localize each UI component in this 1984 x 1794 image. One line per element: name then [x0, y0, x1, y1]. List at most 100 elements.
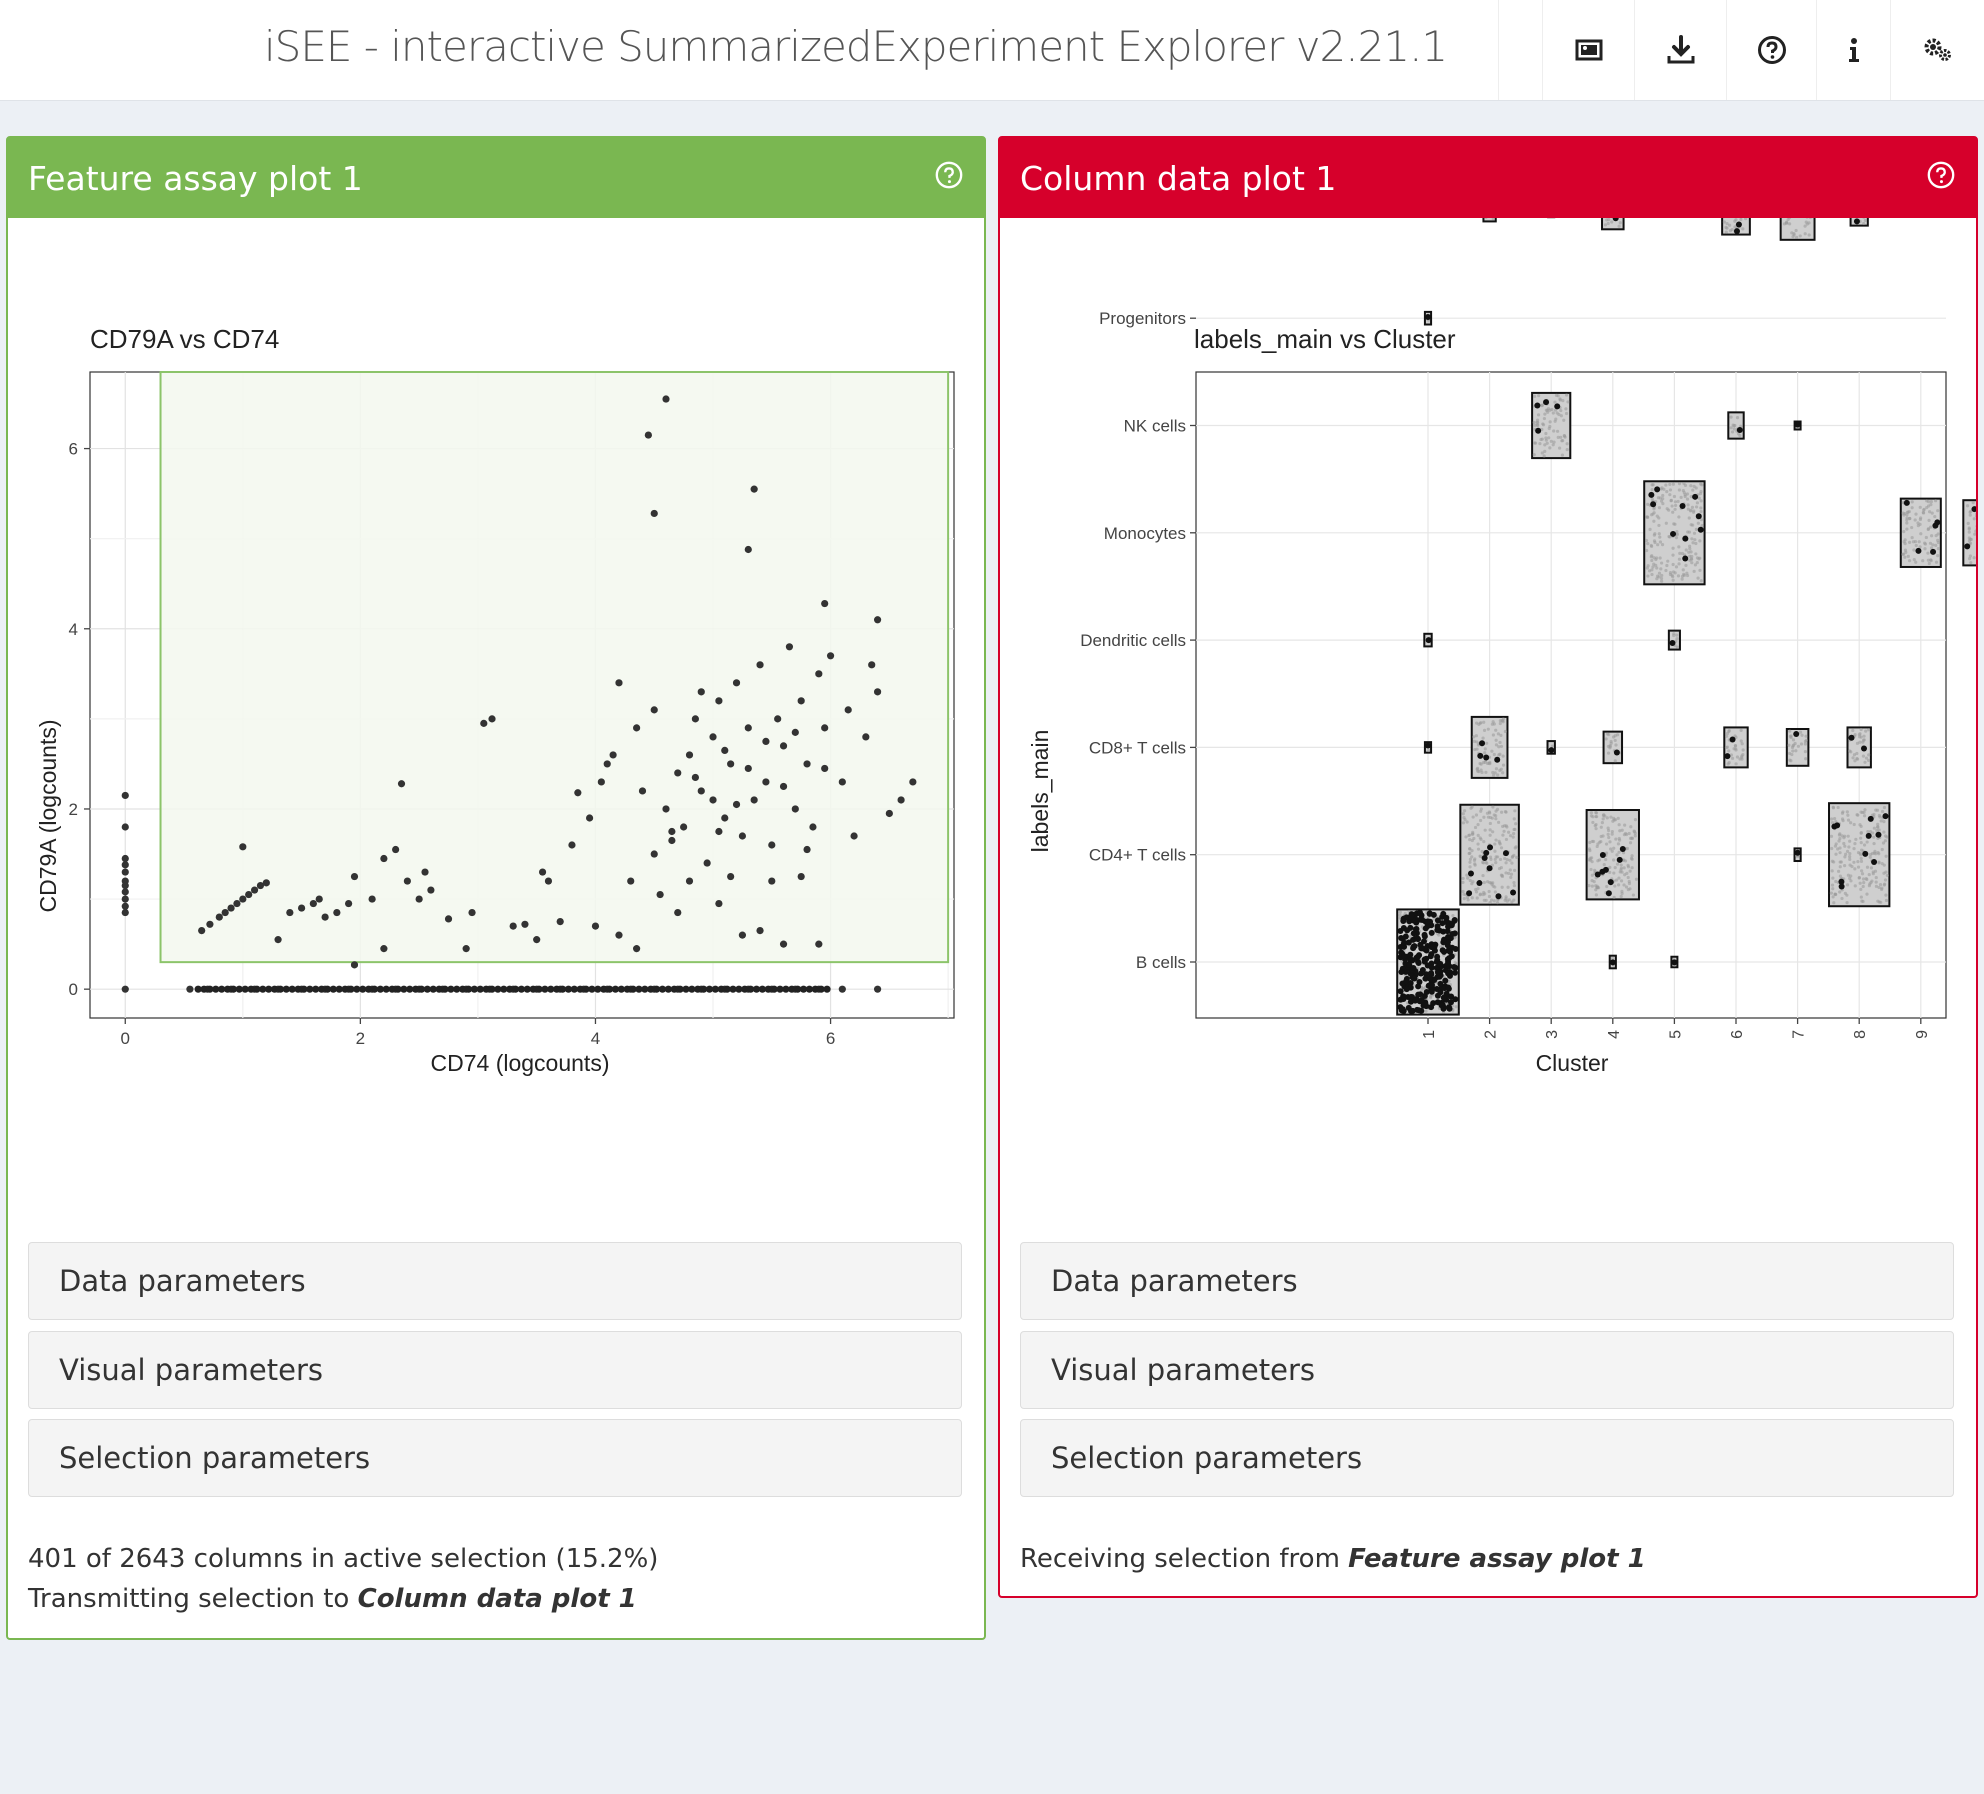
box-cell [1687, 550, 1691, 554]
box-cell [1832, 860, 1836, 864]
export-image-button[interactable] [1542, 0, 1635, 100]
box-cell [1852, 822, 1856, 827]
box-cell [1481, 873, 1485, 878]
data-point [744, 545, 752, 554]
box-cell [1671, 553, 1675, 557]
box-cell [1540, 437, 1544, 441]
box-cell [1856, 865, 1861, 869]
box-cell [1850, 864, 1854, 869]
box-cell [1865, 892, 1869, 896]
box-cell [1659, 567, 1663, 571]
box-cell [1502, 829, 1506, 833]
box-cell [1504, 861, 1508, 865]
box-cell [1558, 446, 1562, 450]
data-parameters-section[interactable]: Data parameters [28, 1242, 962, 1320]
selected-cell [1403, 978, 1410, 985]
y-tick-label: Dendritic cells [1080, 631, 1186, 650]
box-cell [1681, 489, 1685, 493]
cluster-box [1423, 310, 1433, 326]
box-cell [1692, 569, 1696, 573]
box-cell [1856, 860, 1860, 864]
selection-parameters-section[interactable]: Selection parameters [28, 1419, 962, 1497]
selection-parameters-section[interactable]: Selection parameters [1020, 1419, 1954, 1497]
selected-cell [1398, 968, 1405, 975]
info-button[interactable] [1816, 0, 1891, 100]
box-cell [1466, 876, 1470, 880]
cluster-box [1785, 727, 1810, 767]
data-point [715, 899, 723, 908]
box-cell [1880, 886, 1884, 890]
box-cell [1910, 525, 1914, 530]
box-cell [1685, 497, 1690, 501]
box-cell [1830, 869, 1834, 873]
box-cell [1804, 757, 1808, 761]
visual-parameters-section[interactable]: Visual parameters [28, 1331, 962, 1409]
data-point [744, 764, 752, 773]
transmit-prefix: Transmitting selection to [28, 1584, 358, 1614]
box-cell [1615, 853, 1619, 857]
box-cell [1868, 855, 1872, 859]
box-cell [1836, 805, 1840, 810]
box-cell [1493, 890, 1497, 894]
box-cell [1853, 842, 1857, 846]
box-cell [1678, 551, 1682, 556]
data-point [533, 936, 541, 944]
box-cell [1876, 850, 1880, 855]
y-tick-label: 6 [69, 440, 78, 459]
selected-cell [1479, 740, 1486, 747]
column-data-scatter[interactable]: labels_main vs Cluster 123456789101112B … [1000, 180, 1984, 1218]
selected-cell [1481, 855, 1488, 862]
box-cell [1547, 426, 1551, 431]
data-point [738, 931, 747, 939]
panel-help-button[interactable] [934, 159, 964, 198]
help-button[interactable] [1726, 0, 1817, 100]
box-cell [1605, 816, 1609, 820]
box-cell [1969, 537, 1973, 542]
data-point [756, 927, 764, 935]
transmit-status: Transmitting selection to Column data pl… [28, 1584, 637, 1614]
box-cell [1877, 885, 1881, 890]
box-cell [1807, 233, 1811, 237]
box-cell [1476, 769, 1480, 773]
box-cell [1613, 866, 1617, 870]
column-data-plot[interactable]: labels_main vs Cluster 123456789101112B … [1000, 180, 1984, 1218]
box-cell [1740, 742, 1744, 746]
feature-assay-plot[interactable]: CD79A vs CD74 02460246 CD74 (logcounts) … [8, 218, 984, 1218]
box-cell [1837, 833, 1842, 837]
box-cell [1490, 882, 1494, 886]
selected-cell [1867, 815, 1874, 822]
box-cell [1554, 417, 1558, 421]
data-point [488, 715, 496, 723]
panel-help-button[interactable] [1926, 159, 1956, 198]
box-cell [1668, 482, 1672, 487]
box-cell [1829, 891, 1833, 895]
box-cell [1617, 850, 1621, 854]
data-point [668, 836, 676, 845]
box-cell [1969, 561, 1973, 565]
box-cell [1880, 809, 1885, 814]
selected-cell [1502, 850, 1509, 857]
box-cell [1730, 756, 1735, 760]
box-cell [1688, 547, 1692, 551]
column-data-panel-header: Column data plot 1 [1000, 138, 1976, 218]
download-button[interactable] [1634, 0, 1727, 100]
selected-cell [1875, 831, 1882, 838]
settings-button[interactable] [1890, 0, 1984, 100]
box-cell [1482, 880, 1486, 885]
visual-parameters-section[interactable]: Visual parameters [1020, 1331, 1954, 1409]
box-cell [1674, 503, 1678, 508]
box-cell [1492, 899, 1496, 903]
box-cell [1882, 883, 1886, 887]
box-cell [1874, 875, 1878, 880]
box-cell [1499, 846, 1504, 850]
box-cell [1669, 499, 1673, 503]
data-parameters-section[interactable]: Data parameters [1020, 1242, 1954, 1320]
brush-rect [159, 371, 950, 964]
box-cell [1880, 847, 1884, 852]
box-cell [1543, 412, 1547, 416]
box-cell [1473, 862, 1477, 866]
box-cell [1600, 820, 1605, 825]
feature-assay-scatter[interactable]: CD79A vs CD74 0 2 4 60246 CD74 (logcounts) … [8, 218, 984, 1218]
box-cell [1468, 865, 1472, 869]
box-cell [1613, 759, 1617, 763]
